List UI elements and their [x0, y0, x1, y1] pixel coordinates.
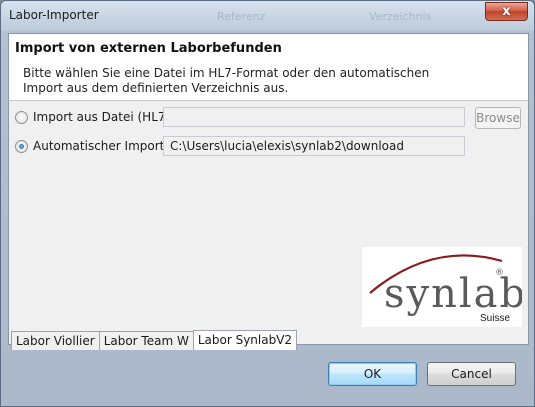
file-import-label[interactable]: Import aus Datei (HL7)	[33, 110, 170, 124]
close-icon: x	[502, 4, 511, 19]
logo-subtitle: Suisse	[480, 313, 510, 324]
file-import-option[interactable]: Import aus Datei (HL7)	[15, 108, 170, 126]
synlab-logo-graphic: synlab ® Suisse	[369, 254, 525, 324]
background-ghost-text-1: Referenz	[217, 10, 266, 23]
lab-tabs: Labor Viollier Labor Team W Labor Synlab…	[11, 330, 298, 351]
tab-labor-viollier[interactable]: Labor Viollier	[11, 331, 100, 350]
close-button[interactable]: x	[485, 2, 528, 21]
title-bar[interactable]: Labor-Importer Referenz Verzeichnis x	[1, 1, 534, 31]
synlab-logo: synlab ® Suisse	[362, 247, 525, 327]
tab-labor-synlabv2[interactable]: Labor SynlabV2	[192, 330, 298, 350]
file-path-field[interactable]	[163, 107, 465, 127]
dialog-title: Import von externen Laborbefunden	[15, 41, 282, 56]
ok-button[interactable]: OK	[328, 362, 417, 386]
logo-registered-mark: ®	[495, 268, 504, 278]
tab-labor-team-w[interactable]: Labor Team W	[98, 331, 194, 350]
background-ghost-text-2: Verzeichnis	[369, 10, 432, 23]
auto-import-path-field: C:\Users\lucia\elexis\synlab2\download	[163, 136, 465, 156]
dialog-description: Bitte wählen Sie eine Datei im HL7-Forma…	[23, 66, 430, 95]
dialog-header: Import von externen Laborbefunden Bitte …	[8, 33, 529, 100]
file-import-radio[interactable]	[15, 110, 28, 124]
auto-import-radio[interactable]	[15, 139, 28, 153]
auto-import-label[interactable]: Automatischer Import	[33, 139, 164, 153]
labor-importer-dialog: Labor-Importer Referenz Verzeichnis x Im…	[0, 0, 535, 407]
dialog-content: Import aus Datei (HL7) Browse Automatisc…	[8, 100, 529, 350]
browse-button[interactable]: Browse	[475, 107, 521, 129]
window-title: Labor-Importer	[9, 8, 99, 22]
cancel-button[interactable]: Cancel	[427, 362, 516, 386]
auto-import-option[interactable]: Automatischer Import	[15, 137, 164, 155]
